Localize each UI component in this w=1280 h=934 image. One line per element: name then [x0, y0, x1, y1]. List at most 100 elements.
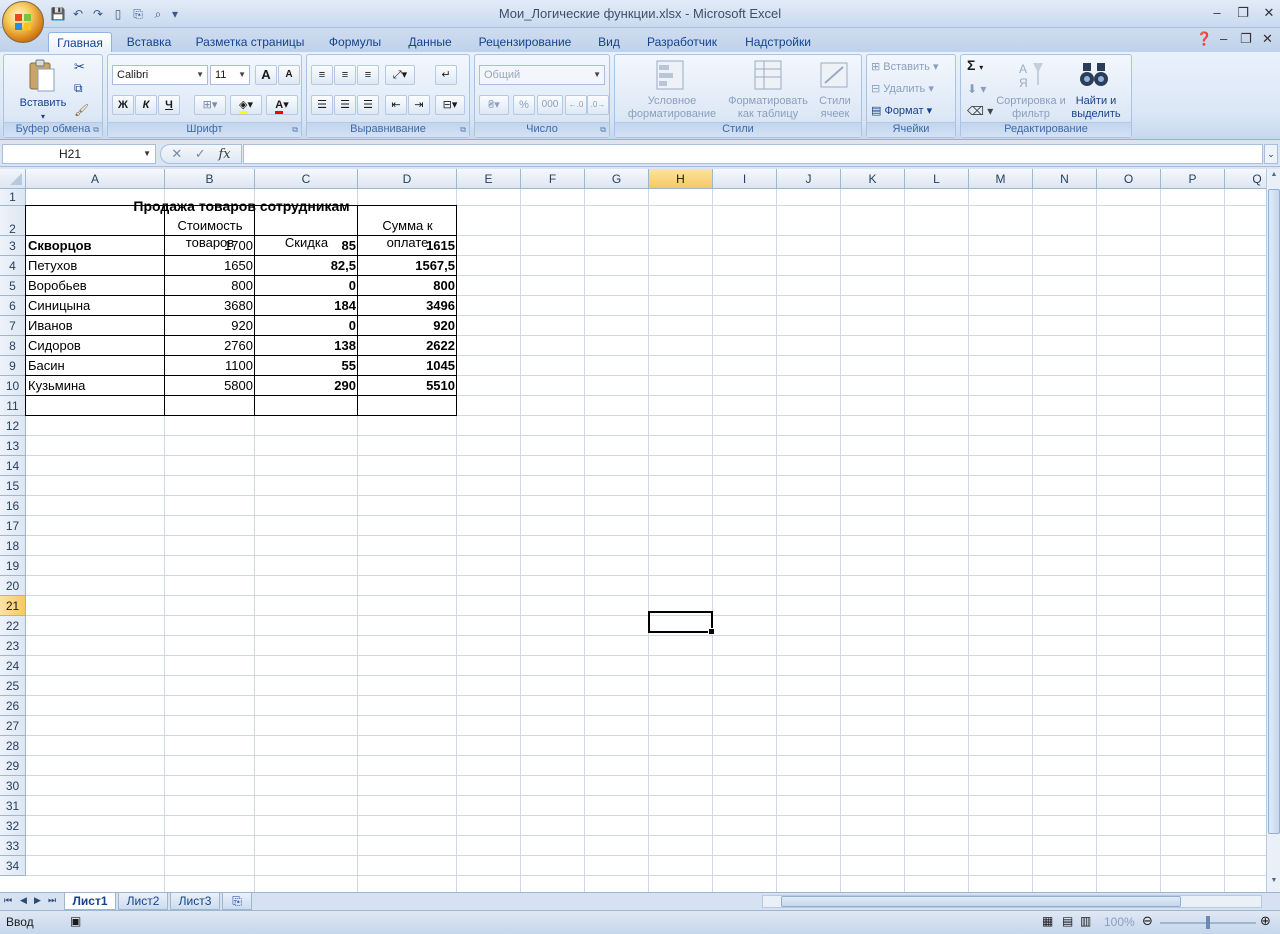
- column-header[interactable]: Q: [1225, 169, 1266, 189]
- column-header[interactable]: K: [841, 169, 905, 189]
- help-icon[interactable]: ❓: [1196, 31, 1212, 47]
- delete-cells-button[interactable]: ⊟ Удалить ▾: [871, 83, 953, 96]
- cell-discount[interactable]: 0: [255, 276, 358, 296]
- increase-indent-button[interactable]: ⇥: [408, 95, 430, 115]
- cell-total[interactable]: 1045: [358, 356, 457, 376]
- column-header[interactable]: I: [713, 169, 777, 189]
- cell-total[interactable]: 1567,5: [358, 256, 457, 276]
- row-header[interactable]: 6: [0, 296, 26, 316]
- alignment-dialog-launcher-icon[interactable]: ⧉: [460, 125, 466, 135]
- increase-decimal-button[interactable]: ←.0: [565, 95, 587, 115]
- sort-filter-button[interactable]: Сортировка и фильтр: [995, 95, 1067, 121]
- row-header[interactable]: 33: [0, 836, 26, 856]
- cell-total[interactable]: 1615: [358, 236, 457, 256]
- horizontal-scroll-thumb[interactable]: [781, 896, 1181, 907]
- cell-total[interactable]: 920: [358, 316, 457, 336]
- first-sheet-icon[interactable]: ⏮: [4, 895, 12, 906]
- copy-icon[interactable]: ⧉: [74, 81, 83, 96]
- zoom-in-icon[interactable]: ⊕: [1260, 913, 1271, 929]
- cell-employee-name[interactable]: Воробьев: [26, 276, 165, 296]
- column-header[interactable]: P: [1161, 169, 1225, 189]
- row-header[interactable]: 13: [0, 436, 26, 456]
- row-header[interactable]: 21: [0, 596, 26, 616]
- align-right-button[interactable]: ☰: [357, 95, 379, 115]
- row-header[interactable]: 34: [0, 856, 26, 876]
- scroll-down-icon[interactable]: ▼: [1268, 877, 1280, 889]
- workbook-minimize-icon[interactable]: –: [1220, 31, 1227, 46]
- cell-discount[interactable]: 85: [255, 236, 358, 256]
- page-break-view-icon[interactable]: ▥: [1080, 914, 1091, 928]
- align-middle-button[interactable]: ≡: [334, 65, 356, 85]
- row-header[interactable]: 14: [0, 456, 26, 476]
- format-painter-icon[interactable]: 🖌: [74, 103, 89, 117]
- clear-button[interactable]: ⌫ ▾: [967, 105, 993, 118]
- row-header[interactable]: 9: [0, 356, 26, 376]
- cell-total[interactable]: 800: [358, 276, 457, 296]
- row-header[interactable]: 16: [0, 496, 26, 516]
- cell-total[interactable]: 2622: [358, 336, 457, 356]
- row-header[interactable]: 25: [0, 676, 26, 696]
- sheet-tab-3[interactable]: Лист3: [170, 893, 220, 910]
- number-dialog-launcher-icon[interactable]: ⧉: [600, 125, 606, 135]
- italic-button[interactable]: К: [135, 95, 157, 115]
- cell-discount[interactable]: 0: [255, 316, 358, 336]
- cell-employee-name[interactable]: Синицына: [26, 296, 165, 316]
- cell-cost[interactable]: 920: [165, 316, 255, 336]
- tab-formulas[interactable]: Формулы: [322, 32, 388, 52]
- cell-discount[interactable]: 82,5: [255, 256, 358, 276]
- cell-discount[interactable]: 55: [255, 356, 358, 376]
- merge-center-button[interactable]: ⊟▾: [435, 95, 465, 115]
- last-sheet-icon[interactable]: ⏭: [48, 895, 56, 906]
- cell-employee-name[interactable]: Басин: [26, 356, 165, 376]
- fill-button[interactable]: ⬇ ▾: [967, 83, 986, 96]
- cell-employee-name[interactable]: Сидоров: [26, 336, 165, 356]
- cell-total[interactable]: 5510: [358, 376, 457, 396]
- cell-cost[interactable]: 2760: [165, 336, 255, 356]
- column-header[interactable]: M: [969, 169, 1033, 189]
- row-header[interactable]: 3: [0, 236, 26, 256]
- vertical-scroll-thumb[interactable]: [1268, 189, 1280, 834]
- row-header[interactable]: 29: [0, 756, 26, 776]
- cell-styles-button[interactable]: Стили ячеек: [815, 95, 855, 121]
- row-header[interactable]: 30: [0, 776, 26, 796]
- cell-discount[interactable]: 138: [255, 336, 358, 356]
- fill-color-button[interactable]: ◈▾: [230, 95, 262, 115]
- currency-format-button[interactable]: ₴▾: [479, 95, 509, 115]
- cell-discount[interactable]: 184: [255, 296, 358, 316]
- cell-total[interactable]: 3496: [358, 296, 457, 316]
- cell-discount[interactable]: 290: [255, 376, 358, 396]
- cancel-entry-icon[interactable]: ✕: [171, 146, 182, 162]
- workbook-restore-icon[interactable]: ❐: [1240, 31, 1252, 47]
- font-color-button[interactable]: A▾: [266, 95, 298, 115]
- tab-review[interactable]: Рецензирование: [472, 32, 578, 52]
- row-header[interactable]: 32: [0, 816, 26, 836]
- find-select-button[interactable]: Найти и выделить: [1065, 95, 1127, 121]
- font-name-combo[interactable]: Calibri ▼: [112, 65, 208, 85]
- orientation-button[interactable]: ⤢▾: [385, 65, 415, 85]
- column-header[interactable]: J: [777, 169, 841, 189]
- minimize-button[interactable]: –: [1204, 3, 1230, 23]
- tab-developer[interactable]: Разработчик: [640, 32, 724, 52]
- cell-cost[interactable]: 5800: [165, 376, 255, 396]
- zoom-slider-thumb[interactable]: [1206, 916, 1210, 929]
- column-header[interactable]: C: [255, 169, 358, 189]
- row-header[interactable]: 2: [0, 206, 26, 236]
- row-header[interactable]: 27: [0, 716, 26, 736]
- macro-record-icon[interactable]: ▣: [70, 914, 81, 928]
- tab-view[interactable]: Вид: [590, 32, 628, 52]
- paste-button[interactable]: Вставить: [14, 97, 72, 110]
- column-header[interactable]: F: [521, 169, 585, 189]
- percent-button[interactable]: %: [513, 95, 535, 115]
- restore-button[interactable]: ❐: [1230, 3, 1256, 23]
- align-center-button[interactable]: ☰: [334, 95, 356, 115]
- insert-function-icon[interactable]: fx: [218, 147, 230, 162]
- zoom-out-icon[interactable]: ⊖: [1142, 913, 1153, 929]
- cell-employee-name[interactable]: Скворцов: [26, 236, 165, 256]
- cell-employee-name[interactable]: Кузьмина: [26, 376, 165, 396]
- align-left-button[interactable]: ☰: [311, 95, 333, 115]
- cell-employee-name[interactable]: Петухов: [26, 256, 165, 276]
- prev-sheet-icon[interactable]: ◀: [20, 895, 27, 906]
- page-layout-view-icon[interactable]: ▤: [1062, 914, 1073, 928]
- column-header[interactable]: E: [457, 169, 521, 189]
- vertical-scrollbar[interactable]: ▲ ▼: [1266, 169, 1280, 892]
